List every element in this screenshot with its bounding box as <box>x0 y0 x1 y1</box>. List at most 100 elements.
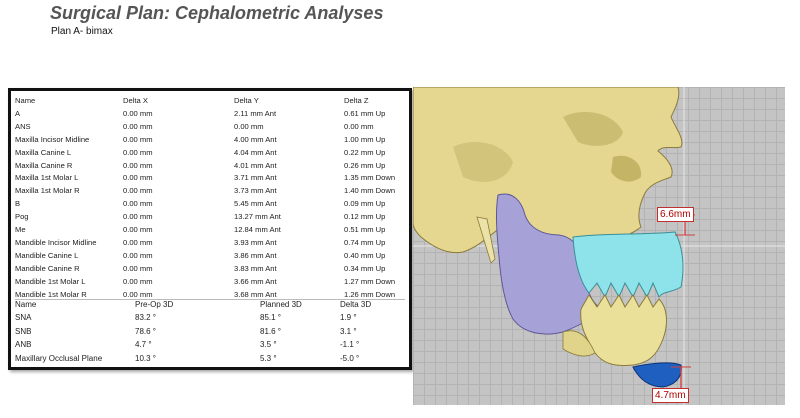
measurement-label-upper: 6.6mm <box>657 207 694 222</box>
delta-z-cell: 0.51 mm Up <box>344 225 386 235</box>
maxilla-segment <box>572 231 684 299</box>
landmark-name-cell: Maxilla 1st Molar R <box>15 186 80 196</box>
delta-x-cell: 0.00 mm <box>123 237 153 247</box>
table-row: ANB 4.7 ° 3.5 ° -1.1 ° <box>15 338 405 351</box>
delta-y-cell: 12.84 mm Ant <box>234 225 281 235</box>
skull-model-render <box>413 87 785 405</box>
column-header-delta-x: Delta X <box>123 96 148 105</box>
page-title: Surgical Plan: Cephalometric Analyses <box>50 3 384 23</box>
delta-x-cell: 0.00 mm <box>123 147 153 157</box>
mandible-body <box>580 294 667 366</box>
delta-x-cell: 0.00 mm <box>123 160 153 170</box>
angle-name-cell: ANB <box>15 340 32 350</box>
delta-z-cell: 0.61 mm Up <box>344 108 386 118</box>
table-row: ANS 0.00 mm 0.00 mm 0.00 mm <box>15 121 405 134</box>
delta-y-cell: 4.01 mm Ant <box>234 160 277 170</box>
delta-y-cell: 3.83 mm Ant <box>234 263 277 273</box>
table-row: Maxilla Incisor Midline 0.00 mm 4.00 mm An… <box>15 134 405 147</box>
landmark-delta-table: Name Delta X Delta Y Delta Z A 0.00 mm 2.1… <box>15 95 405 302</box>
table-row: Mandible Incisor Midline 0.00 mm 3.93 mm A… <box>15 237 405 250</box>
delta-x-cell: 0.00 mm <box>123 276 153 286</box>
landmark-name-cell: Mandible 1st Molar L <box>15 276 86 286</box>
angle-name-cell: SNB <box>15 326 32 336</box>
landmark-name-cell: Maxilla Canine R <box>15 160 73 170</box>
plan-subtitle: Plan A- bimax <box>51 26 113 37</box>
delta-y-cell: 3.93 mm Ant <box>234 237 277 247</box>
table-row: A 0.00 mm 2.11 mm Ant 0.61 mm Up <box>15 108 405 121</box>
delta-3d-cell: -5.0 ° <box>340 353 360 363</box>
delta-x-cell: 0.00 mm <box>123 121 153 131</box>
measurement-label-lower: 4.7mm <box>652 388 689 403</box>
pre-op-cell: 10.3 ° <box>135 353 156 363</box>
planned-cell: 85.1 ° <box>260 313 281 323</box>
delta-z-cell: 0.26 mm Up <box>344 160 386 170</box>
planned-cell: 5.3 ° <box>260 353 277 363</box>
delta-z-cell: 0.00 mm <box>344 121 374 131</box>
delta-x-cell: 0.00 mm <box>123 199 153 209</box>
table-row: Maxilla 1st Molar R 0.00 mm 3.73 mm Ant 1.4… <box>15 185 405 198</box>
pre-op-cell: 4.7 ° <box>135 340 152 350</box>
delta-y-cell: 13.27 mm Ant <box>234 212 281 222</box>
angle-name-cell: SNA <box>15 313 32 323</box>
pre-op-cell: 78.6 ° <box>135 326 156 336</box>
angle-name-cell: Maxillary Occlusal Plane <box>15 353 103 363</box>
table-row: Maxilla Canine L 0.00 mm 4.04 mm Ant 0.22 m… <box>15 147 405 160</box>
delta-3d-cell: -1.1 ° <box>340 340 360 350</box>
column-header-name: Name <box>15 96 36 105</box>
delta-x-cell: 0.00 mm <box>123 134 153 144</box>
delta-z-cell: 0.22 mm Up <box>344 147 386 157</box>
delta-z-cell: 0.74 mm Up <box>344 237 386 247</box>
delta-3d-cell: 1.9 ° <box>340 313 357 323</box>
landmark-name-cell: A <box>15 108 21 118</box>
column-header-pre-op: Pre-Op 3D <box>135 300 174 309</box>
delta-z-cell: 0.34 mm Up <box>344 263 386 273</box>
column-header-planned: Planned 3D <box>260 300 302 309</box>
landmark-name-cell: B <box>15 199 21 209</box>
genioplasty-segment <box>632 362 682 388</box>
delta-y-cell: 5.45 mm Ant <box>234 199 277 209</box>
column-header-delta-z: Delta Z <box>344 96 369 105</box>
pre-op-cell: 83.2 ° <box>135 313 156 323</box>
delta-z-cell: 0.12 mm Up <box>344 212 386 222</box>
table-row: SNB 78.6 ° 81.6 ° 3.1 ° <box>15 325 405 338</box>
column-header-delta-3d: Delta 3D <box>340 300 372 309</box>
table-row: Mandible 1st Molar L 0.00 mm 3.66 mm Ant 1.… <box>15 276 405 289</box>
angle-analysis-table: Name Pre-Op 3D Planned 3D Delta 3D SNA 83… <box>15 298 405 365</box>
3d-skull-viewer[interactable]: 6.6mm 4.7mm <box>413 87 785 405</box>
delta-x-cell: 0.00 mm <box>123 186 153 196</box>
delta-z-cell: 1.27 mm Down <box>344 276 396 286</box>
landmark-name-cell: Maxilla 1st Molar L <box>15 173 79 183</box>
delta-y-cell: 4.00 mm Ant <box>234 134 277 144</box>
landmark-name-cell: Me <box>15 225 26 235</box>
delta-y-cell: 3.71 mm Ant <box>234 173 277 183</box>
delta-x-cell: 0.00 mm <box>123 250 153 260</box>
landmark-name-cell: Maxilla Incisor Midline <box>15 134 90 144</box>
column-header-name: Name <box>15 300 37 309</box>
skull-cranium <box>413 87 683 254</box>
landmark-name-cell: ANS <box>15 121 31 131</box>
landmark-name-cell: Mandible Canine L <box>15 250 79 260</box>
column-header-delta-y: Delta Y <box>234 96 259 105</box>
delta-x-cell: 0.00 mm <box>123 108 153 118</box>
delta-z-cell: 1.40 mm Down <box>344 186 396 196</box>
delta-y-cell: 3.66 mm Ant <box>234 276 277 286</box>
cephalometric-table-panel: Name Delta X Delta Y Delta Z A 0.00 mm 2.1… <box>8 88 412 370</box>
table-row: Maxillary Occlusal Plane 10.3 ° 5.3 ° -5.0 … <box>15 352 405 365</box>
landmark-name-cell: Mandible Incisor Midline <box>15 237 97 247</box>
table-row: Maxilla 1st Molar L 0.00 mm 3.71 mm Ant 1.3… <box>15 172 405 185</box>
delta-y-cell: 3.86 mm Ant <box>234 250 277 260</box>
delta-z-cell: 0.09 mm Up <box>344 199 386 209</box>
table-row: Mandible Canine L 0.00 mm 3.86 mm Ant 0.40 … <box>15 250 405 263</box>
table-row: Pog 0.00 mm 13.27 mm Ant 0.12 mm Up <box>15 211 405 224</box>
delta-x-cell: 0.00 mm <box>123 225 153 235</box>
landmark-name-cell: Mandible Canine R <box>15 263 80 273</box>
delta-z-cell: 1.35 mm Down <box>344 173 396 183</box>
delta-z-cell: 0.40 mm Up <box>344 250 386 260</box>
table-row: Me 0.00 mm 12.84 mm Ant 0.51 mm Up <box>15 224 405 237</box>
delta-y-cell: 4.04 mm Ant <box>234 147 277 157</box>
delta-y-cell: 3.73 mm Ant <box>234 186 277 196</box>
landmark-name-cell: Pog <box>15 212 29 222</box>
angle-header-row: Name Pre-Op 3D Planned 3D Delta 3D <box>15 298 405 311</box>
delta-3d-cell: 3.1 ° <box>340 326 357 336</box>
planned-cell: 81.6 ° <box>260 326 281 336</box>
